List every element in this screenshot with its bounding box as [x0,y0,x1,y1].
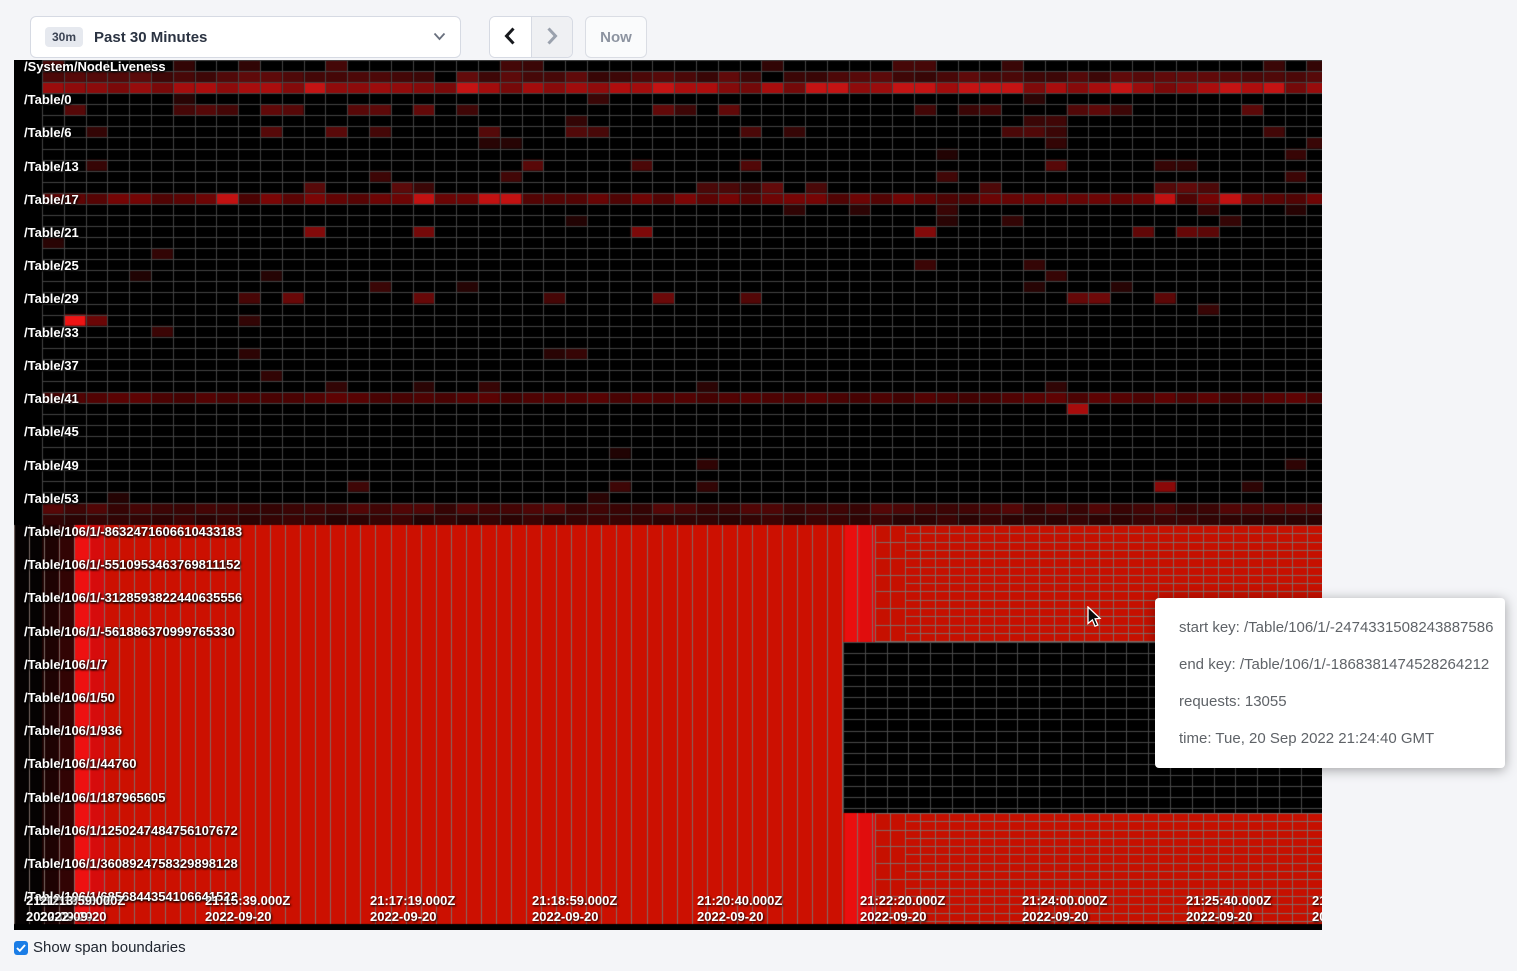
check-icon [16,944,26,952]
show-span-boundaries-label: Show span boundaries [33,939,186,956]
time-range-label: Past 30 Minutes [94,29,433,46]
tooltip-time: time: Tue, 20 Sep 2022 21:24:40 GMT [1179,720,1481,757]
hover-tooltip: start key: /Table/106/1/-247433150824388… [1155,598,1505,768]
key-visualizer-heatmap: /System/NodeLiveness/Table/0/Table/6/Tab… [14,60,1322,930]
tooltip-start-key: start key: /Table/106/1/-247433150824388… [1179,609,1481,646]
now-button[interactable]: Now [585,16,647,58]
time-range-select[interactable]: 30m Past 30 Minutes [30,16,461,58]
tooltip-requests: requests: 13055 [1179,683,1481,720]
chevron-right-icon [546,27,558,48]
prev-time-button[interactable] [490,17,531,57]
heatmap-canvas[interactable] [14,60,1322,930]
time-range-badge: 30m [45,27,83,47]
tooltip-end-key: end key: /Table/106/1/-18683814745282642… [1179,646,1481,683]
key-visualizer-page: 30m Past 30 Minutes Now /System/NodeLive… [0,0,1517,971]
chevron-down-icon [433,28,446,46]
show-span-boundaries-checkbox[interactable] [14,941,28,955]
next-time-button[interactable] [531,17,573,57]
show-span-boundaries-control[interactable]: Show span boundaries [14,939,186,956]
time-nav-group [489,16,573,58]
chevron-left-icon [504,27,516,48]
